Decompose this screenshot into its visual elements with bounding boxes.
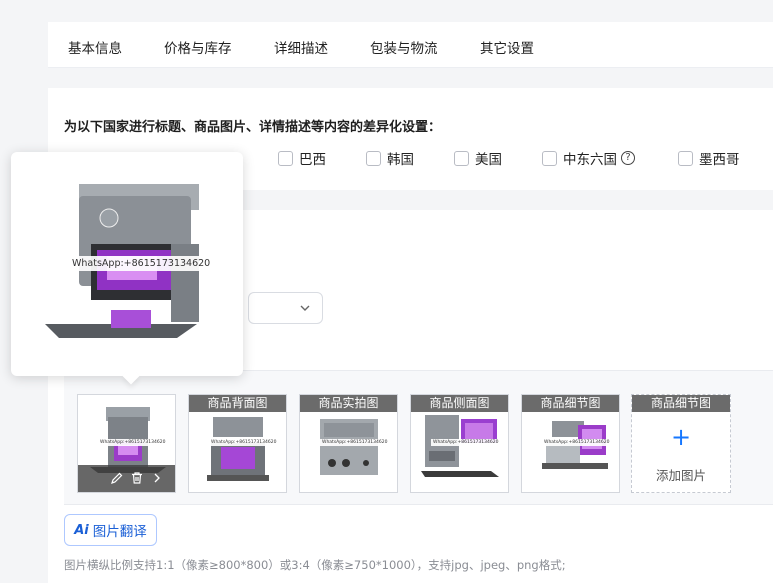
- tab-detail-description[interactable]: 详细描述: [274, 37, 328, 57]
- country-checkbox-mexico[interactable]: 墨西哥: [678, 148, 740, 168]
- product-image-real[interactable]: 商品实拍图 WhatsApp:+8615173134620: [299, 394, 398, 493]
- watermark-text: WhatsApp:+8615173134620: [542, 439, 612, 446]
- country-label: 韩国: [387, 152, 414, 168]
- checkbox[interactable]: [454, 150, 469, 166]
- watermark-text: WhatsApp:+8615173134620: [431, 439, 501, 446]
- checkbox[interactable]: [542, 150, 557, 166]
- checkbox[interactable]: [278, 150, 293, 166]
- image-translate-button[interactable]: Ai 图片翻译: [64, 514, 157, 546]
- product-image-back[interactable]: 商品背面图 WhatsApp:+8615173134620: [188, 394, 287, 493]
- watermark-text: WhatsApp:+8615173134620: [320, 439, 390, 446]
- checkbox[interactable]: [678, 150, 693, 166]
- country-settings-title: 为以下国家进行标题、商品图片、详情描述等内容的差异化设置：: [64, 120, 442, 135]
- tab-basic-info[interactable]: 基本信息: [68, 37, 122, 57]
- watermark-text: WhatsApp:+8615173134620: [98, 439, 168, 446]
- edit-icon[interactable]: [110, 471, 124, 485]
- chevron-right-icon[interactable]: [151, 471, 163, 485]
- image-type-label: 商品细节图: [522, 395, 619, 412]
- tab-bar: 基本信息 价格与库存 详细描述 包装与物流 其它设置: [48, 22, 773, 68]
- product-image-side[interactable]: 商品侧面图 WhatsApp:+8615173134620: [410, 394, 509, 493]
- ai-icon: Ai: [74, 522, 89, 538]
- add-image-text: 添加图片: [655, 468, 706, 483]
- country-checkbox-korea[interactable]: 韩国: [366, 148, 414, 168]
- country-label: 墨西哥: [699, 152, 740, 168]
- image-type-label: 商品细节图: [632, 395, 730, 412]
- chevron-down-icon: [300, 305, 310, 311]
- product-image-detail[interactable]: 商品细节图 WhatsApp:+8615173134620: [521, 394, 620, 493]
- watermark-text: WhatsApp:+8615173134620: [58, 256, 225, 271]
- image-toolbar: [78, 465, 175, 492]
- tab-price-stock[interactable]: 价格与库存: [164, 37, 232, 57]
- image-preview-popover: WhatsApp:+8615173134620: [11, 152, 243, 385]
- country-checkbox-brazil[interactable]: 巴西: [278, 148, 326, 168]
- plus-icon: +: [670, 423, 692, 451]
- tab-packaging-logistics[interactable]: 包装与物流: [370, 37, 438, 57]
- delete-icon[interactable]: [130, 471, 144, 485]
- image-type-label: 商品背面图: [189, 395, 286, 412]
- image-type-label: 商品实拍图: [300, 395, 397, 412]
- language-select[interactable]: [248, 292, 323, 324]
- country-checkbox-usa[interactable]: 美国: [454, 148, 502, 168]
- image-requirements-hint: 图片横纵比例支持1:1（像素≥800*800）或3:4（像素≥750*1000）…: [64, 558, 566, 572]
- watermark-text: WhatsApp:+8615173134620: [209, 439, 279, 446]
- country-checkbox-middle-east[interactable]: 中东六国 ?: [542, 148, 635, 168]
- checkbox[interactable]: [366, 150, 381, 166]
- product-image-main[interactable]: WhatsApp:+8615173134620: [77, 394, 176, 493]
- image-type-label: 商品侧面图: [411, 395, 508, 412]
- country-label: 美国: [475, 152, 502, 168]
- add-image-button[interactable]: 商品细节图 + 添加图片: [631, 394, 731, 493]
- country-label: 巴西: [299, 152, 326, 168]
- tab-other-settings[interactable]: 其它设置: [480, 37, 534, 57]
- country-label: 中东六国: [563, 152, 617, 168]
- question-circle-icon[interactable]: ?: [621, 151, 635, 165]
- image-translate-label: 图片翻译: [92, 524, 147, 540]
